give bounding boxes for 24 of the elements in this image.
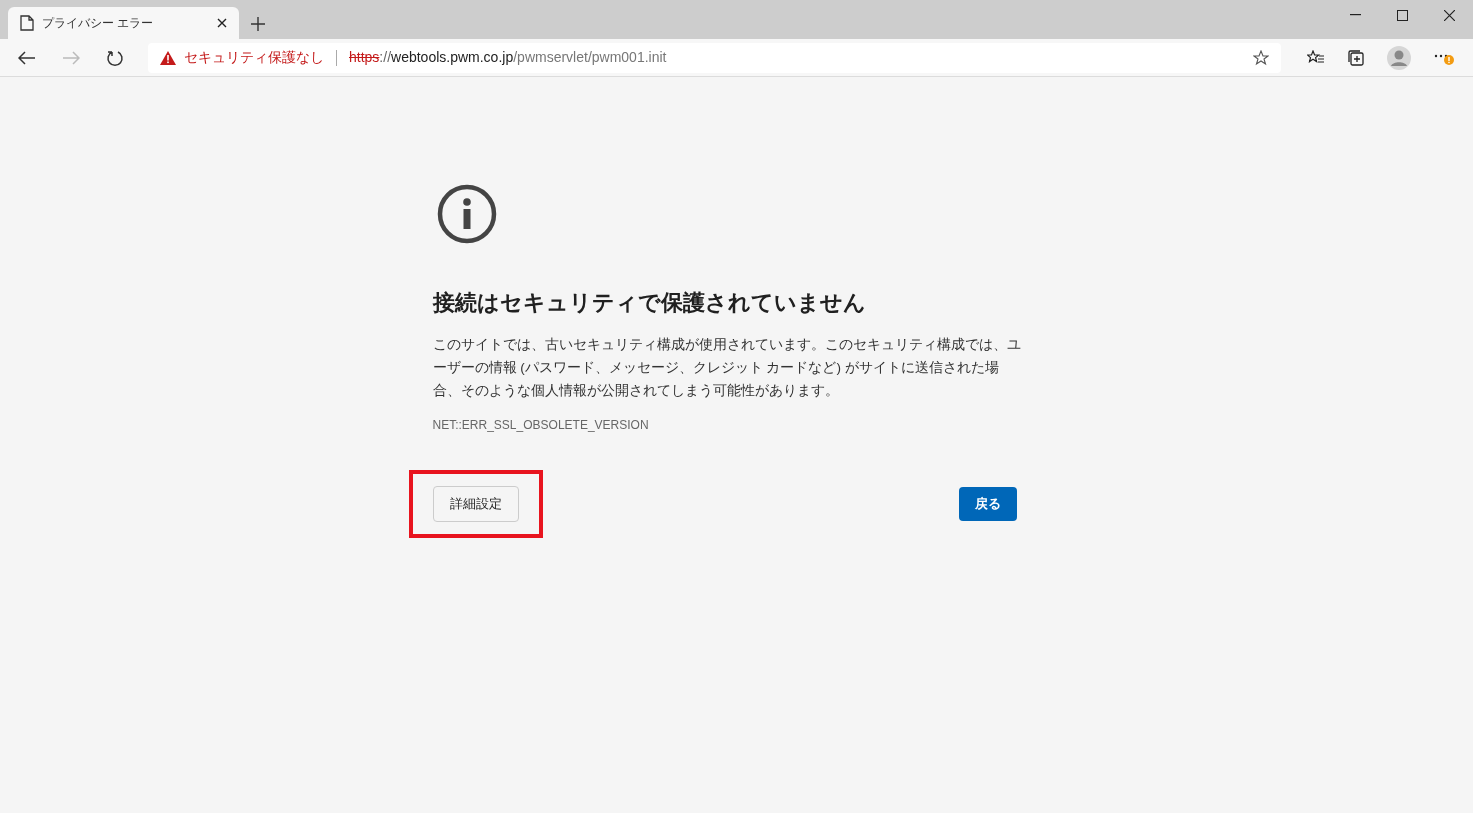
star-icon[interactable] [1253,49,1269,66]
maximize-icon[interactable] [1397,9,1408,21]
address-bar[interactable]: セキュリティ保護なし https://webtools.pwm.co.jp/pwmservlet/pwm001.init [148,42,1281,73]
minimize-icon[interactable] [1350,14,1361,16]
collections-icon[interactable] [1347,48,1365,67]
refresh-icon[interactable] [106,48,124,67]
error-description: このサイトでは、古いセキュリティ構成が使用されています。このセキュリティ構成では、ユーザーの情報 (パスワード、メッセージ、クレジット カードなど) がサイトに送信された場合、そのような個人情報が公開されてしまう可能性があります。 [432,336,1022,400]
error-heading: 接続はセキュリティで保護されていません [432,289,867,317]
info-icon [436,184,497,244]
back-button[interactable]: 戻る [958,487,1017,521]
profile-avatar-icon[interactable] [1387,45,1411,70]
close-icon[interactable] [217,18,227,28]
advanced-button[interactable]: 詳細設定 [432,486,519,522]
favorites-icon[interactable] [1307,49,1325,66]
url-text: https://webtools.pwm.co.jp/pwmservlet/pwm001.init [349,48,668,67]
browser-tab[interactable]: プライバシー エラー [8,7,239,39]
security-label: セキュリティ保護なし [184,48,324,67]
back-arrow-icon[interactable] [18,50,36,65]
warning-icon [160,50,176,65]
tab-title: プライバシー エラー [42,15,155,32]
page-icon [20,15,34,31]
error-code: NET::ERR_SSL_OBSOLETE_VERSION [432,417,650,434]
new-tab-icon[interactable] [251,17,265,31]
close-window-icon[interactable] [1444,9,1455,21]
